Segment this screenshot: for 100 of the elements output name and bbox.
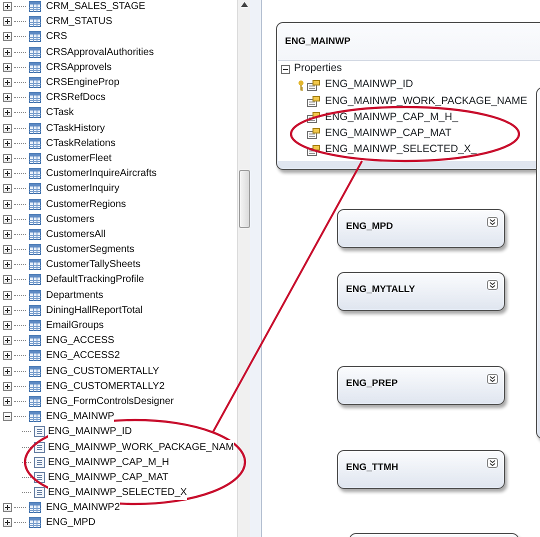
property-name: ENG_MAINWP_ID (325, 77, 414, 92)
table-icon (29, 168, 41, 180)
table-icon (29, 517, 41, 528)
property-icon (307, 112, 320, 124)
expander-icon[interactable] (3, 124, 12, 133)
tree-item[interactable]: ENG_MAINWP (46, 409, 114, 424)
table-icon (29, 122, 41, 134)
table-icon (29, 350, 41, 362)
table-icon (29, 77, 41, 88)
column-icon (34, 426, 45, 438)
collapse-icon[interactable] (281, 64, 290, 74)
expand-icon[interactable] (487, 374, 498, 384)
expander-icon[interactable] (3, 17, 12, 26)
expander-icon[interactable] (3, 260, 12, 270)
expander-icon[interactable] (3, 366, 12, 376)
tree-item[interactable]: CustomerSegments (46, 242, 134, 258)
tree-item[interactable]: ENG_MAINWP_ID (48, 424, 132, 440)
table-icon (29, 259, 41, 270)
expander-icon[interactable] (3, 518, 12, 528)
expand-icon[interactable] (487, 458, 498, 468)
table-icon (29, 274, 41, 286)
property-icon (307, 80, 320, 91)
tree-item[interactable]: DiningHallReportTotal (46, 302, 143, 318)
expander-icon[interactable] (3, 412, 12, 422)
table-icon (29, 16, 41, 28)
tree-item[interactable]: ENG_FormControlsDesigner (46, 394, 174, 409)
tree-item[interactable]: ENG_MAINWP_WORK_PACKAGE_NAM (48, 440, 234, 455)
expander-icon[interactable] (3, 169, 12, 178)
table-icon (29, 320, 41, 332)
table-icon (29, 62, 41, 73)
expander-icon[interactable] (3, 138, 12, 148)
tree-item[interactable]: CustomerInquiry (46, 181, 120, 196)
scrollbar[interactable] (237, 0, 250, 537)
table-icon (29, 411, 41, 422)
expander-icon[interactable] (3, 321, 12, 330)
tree-item[interactable]: CustomerRegions (46, 196, 126, 212)
table-icon (29, 380, 41, 392)
expander-icon[interactable] (3, 200, 12, 209)
tree-item[interactable]: CustomerTallySheets (46, 257, 140, 272)
table-icon (29, 502, 41, 514)
expander-icon[interactable] (3, 230, 12, 239)
property-name: ENG_MAINWP_WORK_PACKAGE_NAME (325, 94, 528, 109)
expander-icon[interactable] (3, 396, 12, 406)
table-icon (29, 183, 41, 194)
expander-icon[interactable] (3, 48, 12, 57)
expander-icon[interactable] (3, 503, 12, 512)
table-icon (29, 198, 41, 210)
expander-icon[interactable] (3, 93, 12, 102)
entity-title: ENG_MYTALLY (346, 283, 416, 297)
scroll-thumb[interactable] (239, 170, 250, 228)
expander-icon[interactable] (3, 351, 12, 360)
table-icon (29, 152, 41, 164)
tree-item[interactable]: CustomerInquireAircrafts (46, 166, 157, 182)
column-icon (34, 456, 45, 468)
property-icon (307, 128, 320, 140)
expander-icon[interactable] (3, 290, 12, 300)
table-icon (29, 396, 41, 407)
table-icon (29, 214, 41, 225)
expander-icon[interactable] (3, 245, 12, 254)
expander-icon[interactable] (3, 275, 12, 284)
entity-title: ENG_MPD (346, 220, 393, 234)
property-icon (307, 96, 320, 107)
table-icon (29, 228, 41, 240)
tree-item[interactable]: CRSEngineProp (46, 75, 120, 90)
table-icon (29, 46, 41, 58)
table-icon (29, 290, 41, 301)
expand-icon[interactable] (487, 280, 498, 290)
entity-title: ENG_PREP (346, 377, 398, 391)
scroll-up-icon[interactable] (241, 2, 248, 7)
expander-icon[interactable] (3, 62, 12, 72)
section-label: Properties (294, 61, 342, 76)
expander-icon[interactable] (3, 306, 12, 315)
table-icon (29, 138, 41, 149)
entity-title: ENG_MAINWP (285, 35, 350, 49)
property-icon (307, 144, 320, 156)
expand-icon[interactable] (487, 217, 498, 227)
expander-icon[interactable] (3, 154, 12, 163)
property-name: ENG_MAINWP_SELECTED_X_ (325, 142, 477, 158)
tree-item[interactable]: ENG_MAINWP_SELECTED_X (48, 485, 187, 500)
expander-icon[interactable] (3, 214, 12, 224)
tree-item[interactable]: CRSApprovels (46, 60, 112, 75)
table-icon (29, 244, 41, 256)
property-name: ENG_MAINWP_CAP_M_H_ (325, 110, 458, 125)
expander-icon[interactable] (3, 78, 12, 88)
tree-item[interactable]: CTaskHistory (46, 120, 105, 136)
expander-icon[interactable] (3, 32, 12, 42)
expander-icon[interactable] (3, 382, 12, 391)
table-icon (29, 304, 41, 316)
table-icon (29, 335, 41, 346)
column-icon (34, 487, 45, 498)
table-icon (29, 1, 41, 12)
expander-icon[interactable] (3, 108, 12, 118)
column-icon (34, 442, 45, 453)
expander-icon[interactable] (3, 336, 12, 346)
tree-item[interactable]: CRSApprovalAuthorities (46, 44, 154, 60)
expander-icon[interactable] (3, 2, 12, 12)
tree-item[interactable]: DefaultTrackingProfile (46, 272, 144, 288)
table-icon (29, 31, 41, 42)
expander-icon[interactable] (3, 184, 12, 194)
tree-item[interactable]: EmailGroups (46, 318, 104, 334)
